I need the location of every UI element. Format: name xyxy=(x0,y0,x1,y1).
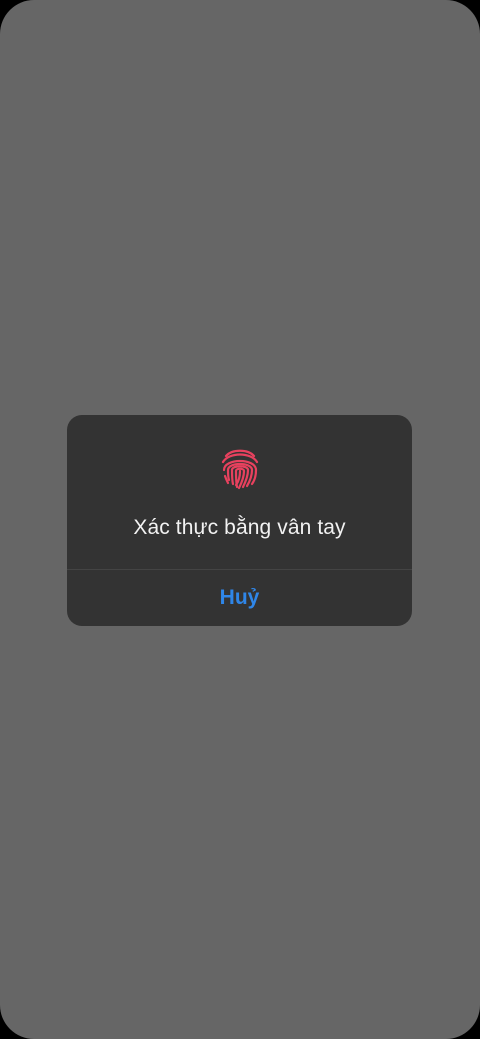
dialog-title: Xác thực bằng vân tay xyxy=(133,516,346,539)
fingerprint-auth-dialog: Xác thực bằng vân tay Huỷ xyxy=(67,415,412,626)
fingerprint-icon xyxy=(215,443,265,493)
screen-dim-overlay: Xác thực bằng vân tay Huỷ xyxy=(0,0,480,1039)
cancel-button[interactable]: Huỷ xyxy=(67,570,412,626)
